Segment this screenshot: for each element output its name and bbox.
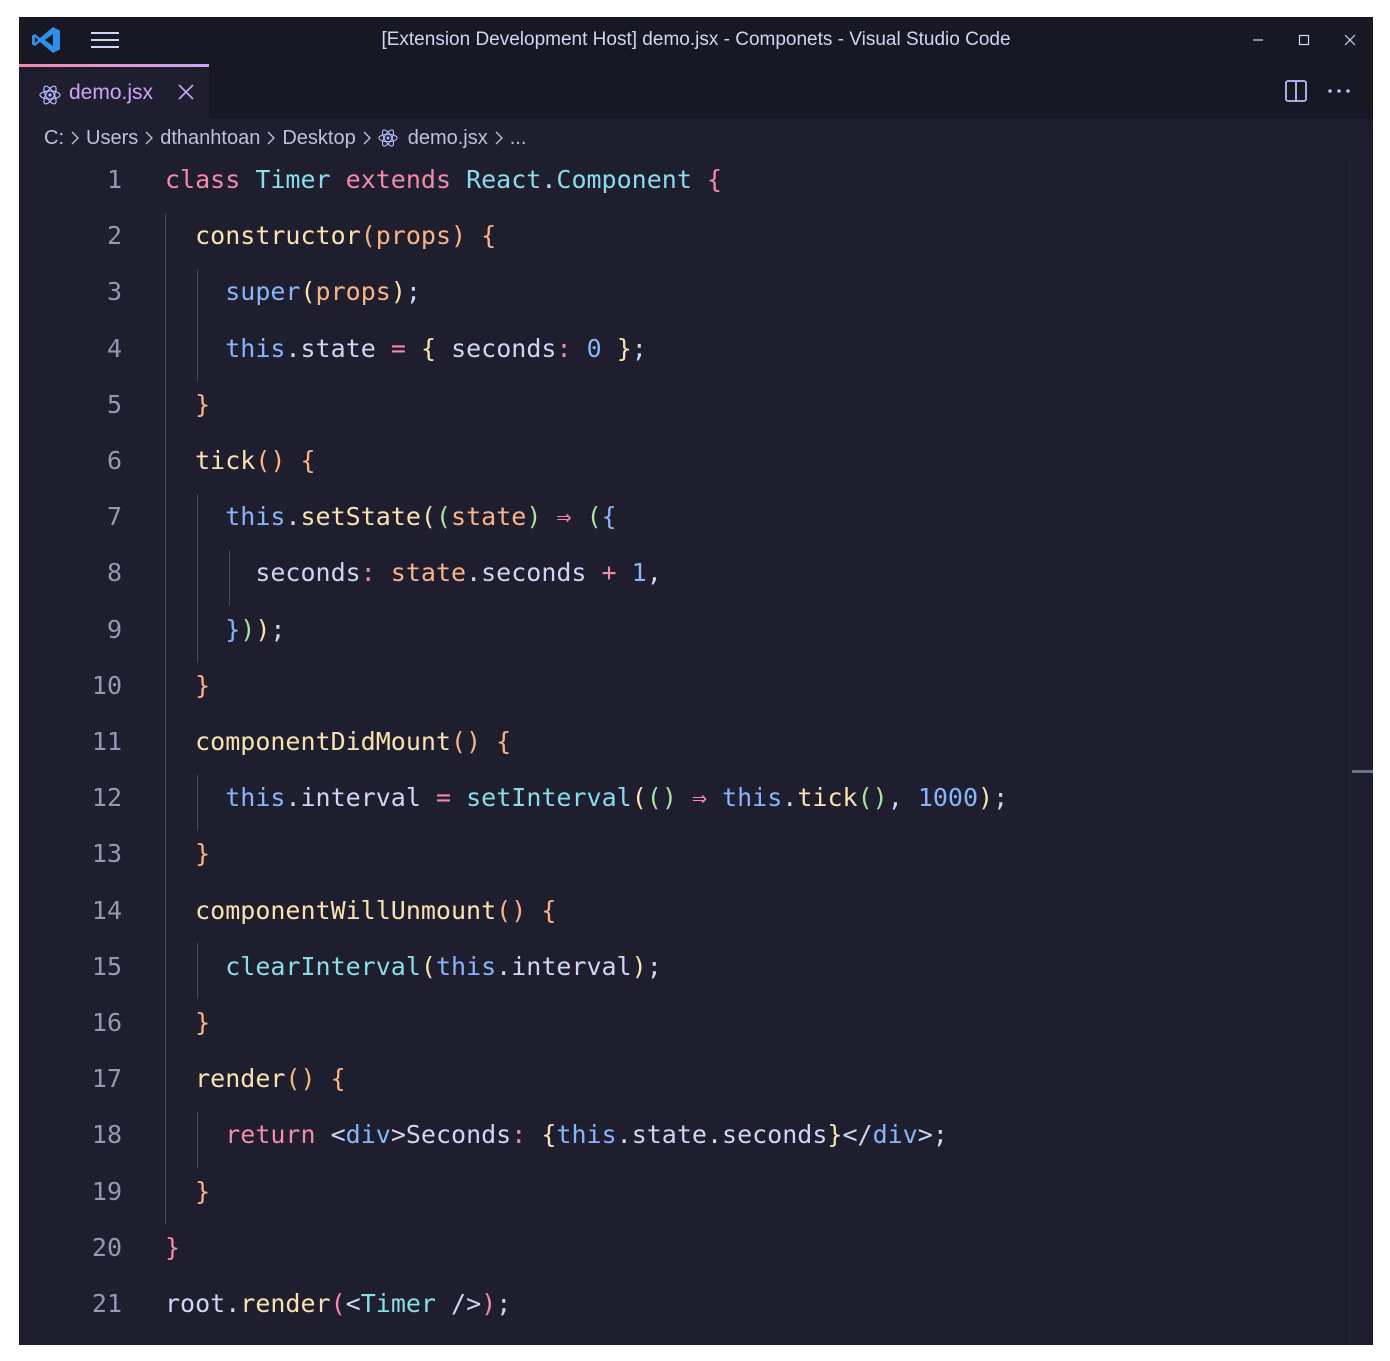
breadcrumb-file[interactable]: demo.jsx [408, 127, 488, 150]
code-line[interactable]: this.interval = setInterval(() ⇒ this.ti… [165, 783, 1008, 812]
scrollbar-marker [1352, 770, 1373, 773]
line-number: 21 [91, 1289, 122, 1318]
chevron-right-icon [495, 131, 503, 145]
code-line[interactable]: seconds: state.seconds + 1, [165, 558, 661, 587]
line-number: 15 [91, 951, 122, 981]
close-window-icon[interactable] [1339, 29, 1361, 51]
code-line[interactable]: this.state = { seconds: 0 }; [165, 334, 647, 363]
line-number: 7 [106, 502, 122, 532]
code-line[interactable]: componentDidMount() { [165, 727, 511, 756]
code-line[interactable]: super(props); [165, 277, 421, 306]
line-number: 9 [106, 614, 122, 644]
close-icon[interactable] [176, 82, 196, 102]
code-line[interactable]: } [165, 671, 210, 700]
react-icon [39, 85, 61, 105]
breadcrumb-symbol[interactable]: ... [510, 127, 527, 150]
line-number: 16 [91, 1008, 122, 1037]
line-number: 14 [91, 895, 122, 925]
vscode-window: [Extension Development Host] demo.jsx - … [19, 17, 1373, 1345]
code-line[interactable]: clearInterval(this.interval); [165, 952, 662, 981]
title-bar: [Extension Development Host] demo.jsx - … [19, 17, 1373, 64]
vertical-scrollbar[interactable] [1349, 157, 1373, 1345]
chevron-right-icon [267, 131, 276, 145]
split-editor-icon[interactable] [1284, 79, 1308, 103]
react-icon [378, 129, 398, 147]
breadcrumb-users[interactable]: Users [86, 127, 138, 150]
code-line[interactable]: } [165, 1177, 210, 1206]
code-line[interactable]: constructor(props) { [165, 221, 496, 250]
breadcrumb-drive[interactable]: C: [44, 127, 64, 150]
line-number: 1 [106, 165, 122, 194]
code-line[interactable]: } [165, 839, 210, 868]
line-number: 10 [91, 670, 122, 700]
code-line[interactable]: })); [165, 615, 285, 644]
line-number: 18 [91, 1120, 122, 1150]
code-line[interactable]: class Timer extends React.Component { [165, 165, 722, 194]
line-number: 20 [91, 1232, 122, 1262]
line-number: 2 [106, 221, 122, 251]
code-line[interactable]: render() { [165, 1064, 346, 1093]
tab-demo-jsx[interactable]: demo.jsx [19, 64, 209, 119]
line-number: 3 [106, 277, 122, 307]
breadcrumb: C: Users dthanhtoan Desktop demo.jsx ... [44, 122, 526, 154]
code-line[interactable]: tick() { [165, 446, 315, 475]
window-title: [Extension Development Host] demo.jsx - … [381, 29, 1011, 50]
more-actions-icon[interactable] [1325, 79, 1353, 103]
code-line[interactable]: } [165, 1233, 180, 1262]
line-number: 4 [106, 333, 122, 363]
code-line[interactable]: componentWillUnmount() { [165, 896, 556, 925]
line-number: 12 [91, 783, 122, 813]
line-number: 17 [91, 1064, 122, 1094]
chevron-right-icon [71, 131, 79, 145]
minimize-icon[interactable] [1247, 29, 1269, 51]
tab-label: demo.jsx [69, 81, 154, 104]
tab-bar: demo.jsx [19, 64, 1373, 119]
code-editor[interactable]: 1 class Timer extends React.Component {2 … [19, 157, 1373, 1345]
line-number: 5 [106, 389, 122, 419]
code-line[interactable]: } [165, 390, 210, 419]
line-number: 19 [91, 1176, 122, 1206]
chevron-right-icon [145, 131, 154, 145]
code-line[interactable]: } [165, 1008, 210, 1037]
line-number: 13 [91, 839, 122, 869]
line-number: 11 [91, 727, 122, 756]
code-line[interactable]: root.render(<Timer />); [165, 1289, 511, 1318]
line-number: 6 [106, 446, 122, 475]
breadcrumb-desktop[interactable]: Desktop [282, 127, 355, 150]
maximize-icon[interactable] [1293, 29, 1315, 51]
code-line[interactable]: this.setState((state) ⇒ ({ [165, 502, 616, 531]
breadcrumb-user-folder[interactable]: dthanhtoan [160, 127, 260, 150]
line-number: 8 [106, 558, 122, 588]
chevron-right-icon [363, 131, 371, 145]
code-line[interactable]: return <div>Seconds: {this.state.seconds… [165, 1120, 948, 1149]
